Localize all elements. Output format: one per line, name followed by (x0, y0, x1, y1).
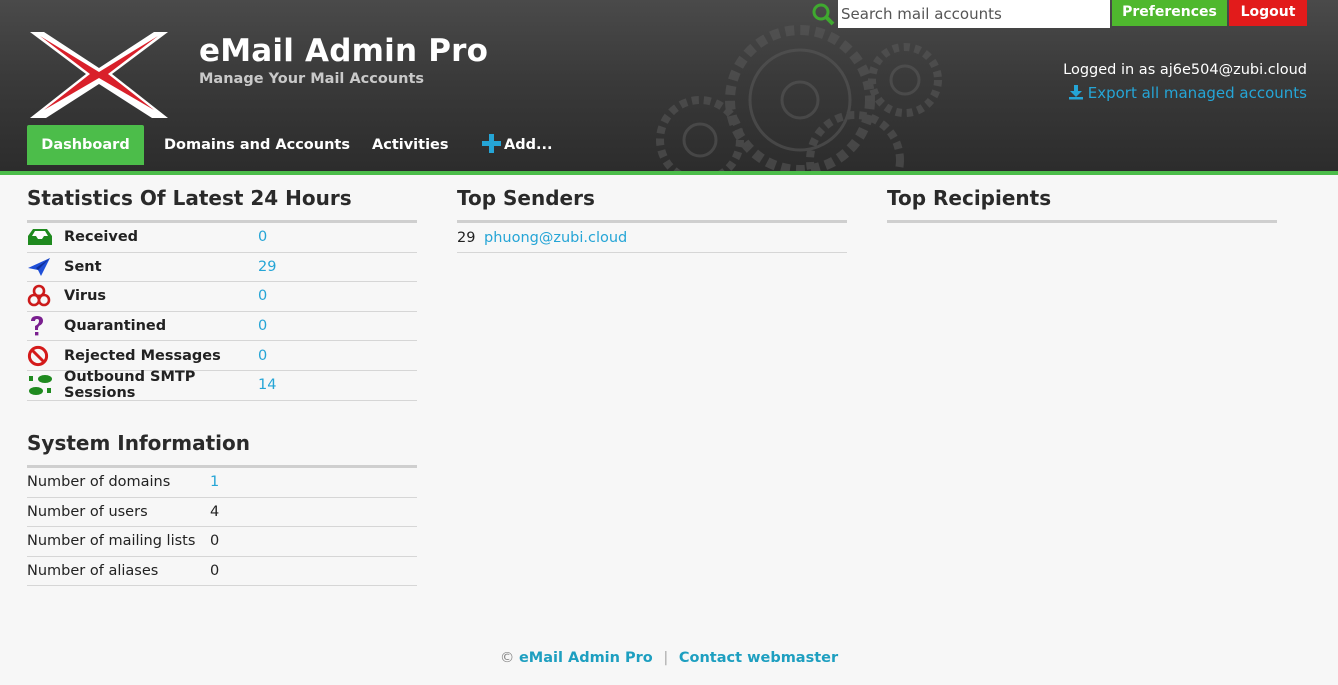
system-information-panel: System Information Number of domains 1 N… (27, 428, 417, 587)
sys-label: Number of users (27, 503, 148, 520)
logged-in-text: Logged in as aj6e504@zubi.cloud (1063, 62, 1307, 78)
tab-activities[interactable]: Activities (372, 125, 449, 165)
sender-address-link[interactable]: phuong@zubi.cloud (484, 230, 627, 246)
contact-webmaster-link[interactable]: Contact webmaster (679, 650, 838, 666)
paper-plane-icon (28, 257, 50, 276)
system-information-title: System Information (27, 428, 417, 468)
app-title: eMail Admin Pro (199, 33, 489, 69)
copyright-symbol: © (499, 650, 515, 666)
stat-value-link[interactable]: 29 (258, 259, 276, 275)
statistics-panel: Statistics Of Latest 24 Hours Received 0… (27, 183, 417, 401)
sys-value: 0 (210, 563, 220, 580)
tab-dashboard[interactable]: Dashboard (27, 125, 144, 165)
sys-row-mailing-lists: Number of mailing lists 0 (27, 527, 417, 557)
app-logo-icon (30, 32, 168, 118)
export-accounts-label: Export all managed accounts (1087, 84, 1307, 102)
sys-label: Number of mailing lists (27, 533, 196, 550)
top-senders-title: Top Senders (457, 183, 847, 223)
inbox-icon (28, 229, 52, 246)
footer-separator: | (663, 650, 669, 666)
stat-value-link[interactable]: 0 (258, 348, 267, 364)
stat-row-quarantined: Quarantined 0 (27, 312, 417, 342)
header-accent-bar (0, 171, 1338, 175)
stat-row-sent: Sent 29 (27, 253, 417, 283)
stat-row-virus: Virus 0 (27, 282, 417, 312)
list-item: 29 phuong@zubi.cloud (457, 223, 847, 253)
stat-label: Rejected Messages (64, 347, 221, 364)
sender-count: 29 (457, 229, 476, 246)
sys-value-link[interactable]: 1 (210, 474, 219, 490)
sys-value: 4 (210, 503, 220, 520)
plus-icon (482, 134, 501, 153)
top-recipients-panel: Top Recipients (887, 183, 1277, 223)
footsteps-icon (29, 375, 52, 396)
statistics-title: Statistics Of Latest 24 Hours (27, 183, 417, 223)
footer-app-link[interactable]: eMail Admin Pro (519, 650, 653, 666)
sys-value: 0 (210, 533, 220, 550)
stat-value-link[interactable]: 0 (258, 318, 267, 334)
gears-decoration-icon (656, 25, 942, 171)
stat-row-rejected: Rejected Messages 0 (27, 341, 417, 371)
app-header: eMail Admin Pro Manage Your Mail Account… (0, 0, 1338, 171)
app-subtitle: Manage Your Mail Accounts (199, 71, 425, 87)
tab-add-label: Add... (504, 137, 553, 153)
stat-label: Sent (64, 258, 102, 275)
stat-value-link[interactable]: 0 (258, 288, 267, 304)
stat-label: Virus (64, 288, 107, 305)
search-input[interactable] (838, 0, 1110, 28)
stat-value-link[interactable]: 0 (258, 229, 267, 245)
stat-label: Quarantined (64, 318, 167, 335)
stat-value-link[interactable]: 14 (258, 377, 276, 393)
sys-row-aliases: Number of aliases 0 (27, 557, 417, 587)
logout-button[interactable]: Logout (1229, 0, 1307, 26)
sys-row-domains: Number of domains 1 (27, 468, 417, 498)
preferences-button[interactable]: Preferences (1112, 0, 1227, 26)
ban-icon (27, 345, 49, 366)
tab-domains-and-accounts[interactable]: Domains and Accounts (164, 125, 350, 165)
page-footer: © eMail Admin Pro | Contact webmaster (0, 650, 1338, 666)
sys-label: Number of aliases (27, 563, 159, 580)
stat-label: Received (64, 229, 139, 246)
tab-add[interactable]: Add... (482, 125, 553, 165)
biohazard-icon (27, 285, 51, 307)
question-mark-icon (31, 316, 43, 336)
export-accounts-link[interactable]: Export all managed accounts (1068, 84, 1307, 102)
download-icon (1068, 85, 1083, 100)
top-recipients-title: Top Recipients (887, 183, 1277, 223)
stat-label: Outbound SMTP Sessions (64, 369, 196, 402)
stat-row-outbound-smtp: Outbound SMTP Sessions 14 (27, 369, 417, 402)
sys-row-users: Number of users 4 (27, 498, 417, 528)
top-senders-panel: Top Senders 29 phuong@zubi.cloud (457, 183, 847, 253)
stat-row-received: Received 0 (27, 223, 417, 253)
search-icon[interactable] (811, 2, 835, 26)
sys-label: Number of domains (27, 474, 171, 491)
